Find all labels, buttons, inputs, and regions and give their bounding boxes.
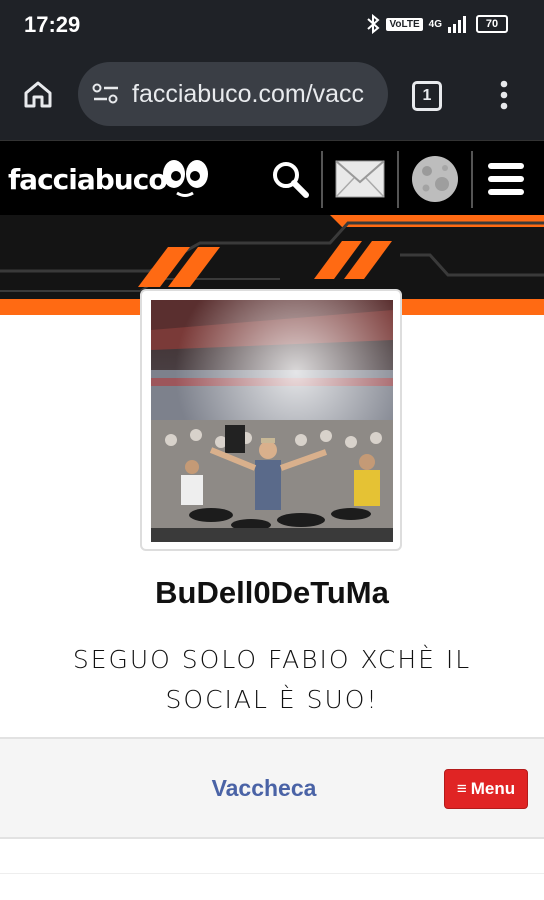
network-type: 4G [428, 18, 442, 30]
status-bar: 17:29 VoLTE 4G 70 [0, 0, 544, 50]
bluetooth-icon [367, 14, 381, 34]
site-header: facciabuco [0, 140, 544, 216]
moon-avatar-icon [412, 155, 458, 202]
signal-icon [448, 16, 466, 33]
header-divider [321, 151, 323, 208]
menu-button-label: Menu [470, 779, 516, 798]
messages-button[interactable] [328, 141, 392, 216]
content-divider [0, 873, 544, 874]
logo-eyes-icon [163, 160, 208, 197]
status-icons: VoLTE 4G 70 [366, 14, 508, 34]
hamburger-menu-button[interactable] [480, 141, 532, 216]
search-button[interactable] [262, 141, 318, 216]
status-time: 17:29 [24, 12, 81, 37]
site-settings-icon[interactable] [92, 83, 120, 105]
volte-badge: VoLTE [386, 17, 423, 31]
home-icon[interactable] [22, 78, 54, 110]
profile-picture-frame [140, 289, 402, 551]
search-icon [273, 161, 309, 198]
more-menu-icon[interactable] [498, 80, 510, 110]
mail-icon [335, 159, 385, 198]
hamburger-icon [488, 162, 524, 195]
profile-photo[interactable] [151, 300, 393, 542]
bio-line: SOCIAL È SUO! [165, 685, 379, 714]
battery-icon: 70 [476, 15, 508, 33]
profile-username: BuDell0DeTuMa [155, 575, 389, 610]
address-bar[interactable]: facciabuco.com/vacc [78, 62, 388, 126]
profile-bio: SEGUO SOLO FABIO XCHÈ IL SOCIAL È SUO! [40, 640, 504, 720]
header-divider [471, 151, 473, 208]
tab-switcher-button[interactable]: 1 [412, 81, 442, 111]
browser-toolbar: facciabuco.com/vacc 1 [0, 50, 544, 140]
site-logo[interactable]: facciabuco [8, 163, 168, 196]
menu-button[interactable]: ≡ Menu [444, 769, 528, 809]
url-text[interactable]: facciabuco.com/vacc [132, 80, 376, 109]
section-navbar: Vaccheca ≡ Menu [0, 737, 544, 839]
bio-line: SEGUO SOLO FABIO XCHÈ IL [72, 645, 472, 674]
profile-avatar-button[interactable] [404, 141, 466, 216]
menu-lines-icon: ≡ [456, 779, 467, 798]
header-divider [397, 151, 399, 208]
